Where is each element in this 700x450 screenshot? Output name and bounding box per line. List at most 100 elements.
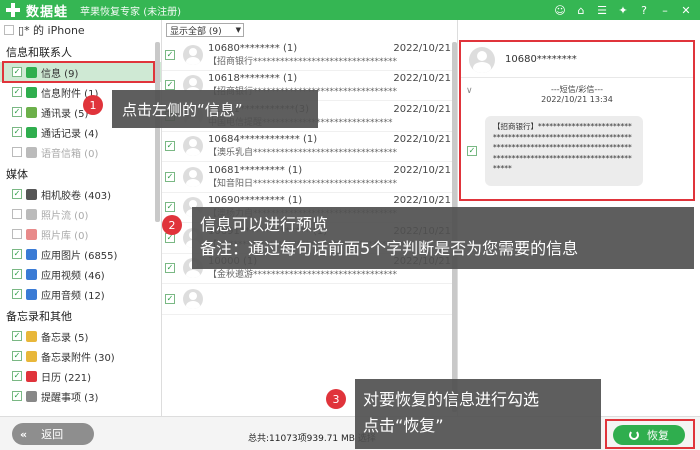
sidebar-item-checkbox[interactable]: ✓ xyxy=(12,351,22,361)
sidebar-item-checkbox[interactable]: ✓ xyxy=(12,209,22,219)
sidebar-item-label: 应用音频 (12) xyxy=(41,290,105,302)
sidebar-item-label: 日历 (221) xyxy=(41,372,92,384)
sidebar-item-checkbox[interactable]: ✓ xyxy=(12,189,22,199)
message-row[interactable]: ✓ 10684************ (1) 2022/10/21 【澳乐乳自***… xyxy=(162,132,457,162)
sidebar-item-label: 通话记录 (4) xyxy=(41,128,99,140)
close-icon[interactable]: ✕ xyxy=(680,4,692,17)
message-date: 2022/10/21 xyxy=(393,42,451,54)
sidebar-item[interactable]: ✓ 相机胶卷 (403) xyxy=(0,184,161,204)
sidebar-item-checkbox[interactable]: ✓ xyxy=(12,127,22,137)
message-preview: 【金秋邀游******************************** xyxy=(208,270,398,281)
message-row[interactable]: ✓ 10680******** (1) 2022/10/21 【招商银行*******… xyxy=(162,40,457,71)
message-sender: 10680******** (1) xyxy=(208,42,298,54)
message-date: 2022/10/21 xyxy=(393,103,451,115)
filter-label: 显示全部 (9) xyxy=(170,26,222,37)
callout-3-line-1: 对要恢复的信息进行勾选 xyxy=(363,390,540,409)
message-row[interactable]: ✓ xyxy=(162,284,457,315)
user-icon[interactable]: ☺ xyxy=(554,4,566,17)
contact-avatar xyxy=(183,136,203,157)
sidebar-item[interactable]: ✓ 备忘录 (5) xyxy=(0,326,161,346)
message-text: 10684************ (1) 2022/10/21 【澳乐乳自****… xyxy=(208,134,457,158)
chevron-down-icon: ▼ xyxy=(235,26,241,34)
sidebar-item[interactable]: ✓ 应用视频 (46) xyxy=(0,264,161,284)
callout-2-line-1: 信息可以进行预览 xyxy=(200,215,329,234)
message-row-checkbox[interactable]: ✓ xyxy=(165,171,175,182)
back-label: 返回 xyxy=(41,428,64,441)
sidebar-item-checkbox[interactable]: ✓ xyxy=(12,147,22,157)
message-header-line: 10618******** (1) 2022/10/21 xyxy=(208,73,457,84)
sidebar-item-checkbox[interactable]: ✓ xyxy=(12,249,22,259)
message-row-checkbox[interactable]: ✓ xyxy=(165,263,175,274)
sidebar-item-checkbox[interactable]: ✓ xyxy=(12,107,22,117)
message-preview: 【知音阳日******************************** xyxy=(208,178,398,189)
message-checkbox[interactable]: ✓ xyxy=(467,146,477,156)
callout-2-line-2: 备注：通过每句话前面5个字判断是否为您需要的信息 xyxy=(200,239,579,258)
collapse-icon[interactable]: ∨ xyxy=(466,86,473,96)
menu-icon[interactable]: ☰ xyxy=(596,4,608,17)
minimize-icon[interactable]: – xyxy=(659,4,671,17)
sidebar-item-label: 应用视频 (46) xyxy=(41,270,105,282)
detail-header: 10680******** xyxy=(461,42,693,78)
message-header-line: 10681********* (1) 2022/10/21 xyxy=(208,165,457,176)
restore-button[interactable]: 恢复 xyxy=(613,425,685,445)
sidebar-item[interactable]: ✓ 照片流 (0) xyxy=(0,204,161,224)
lightbulb-icon[interactable]: ✦ xyxy=(617,4,629,17)
message-text: 10680******** (1) 2022/10/21 【招商银行********… xyxy=(208,43,457,67)
filter-dropdown[interactable]: 显示全部 (9) ▼ xyxy=(166,23,244,37)
help-icon[interactable]: ? xyxy=(638,4,650,17)
message-sender: 10681********* (1) xyxy=(208,164,303,176)
restore-highlight-outline: 恢复 xyxy=(605,419,695,449)
message-row[interactable]: ✓ 10681********* (1) 2022/10/21 【知音阳日******… xyxy=(162,162,457,193)
message-preview: 【招商银行******************************** xyxy=(208,56,398,67)
category-icon xyxy=(26,370,37,382)
sidebar-section-title: 备忘录和其他 xyxy=(6,310,72,323)
sidebar-section-title: 媒体 xyxy=(6,168,28,181)
message-sender: 10618******** (1) xyxy=(208,73,298,85)
device-checkbox[interactable]: ✓ xyxy=(4,25,14,35)
sidebar-item[interactable]: ✓ 应用音频 (12) xyxy=(0,284,161,304)
message-date: 2022/10/21 xyxy=(393,73,451,85)
message-row-checkbox[interactable]: ✓ xyxy=(165,293,175,304)
sidebar-item[interactable]: ✓ 应用图片 (6855) xyxy=(0,244,161,264)
sidebar-item-checkbox[interactable]: ✓ xyxy=(12,229,22,239)
message-bubble: 【招商银行】**********************************… xyxy=(485,116,643,186)
sidebar-item[interactable]: ✓ 日历 (221) xyxy=(0,366,161,386)
category-icon xyxy=(26,248,37,260)
message-kind: ---短信/彩信--- xyxy=(550,85,603,94)
sidebar-item-label: 语音信箱 (0) xyxy=(41,148,99,160)
message-text: 10681********* (1) 2022/10/21 【知音阳日*******… xyxy=(208,165,457,189)
sidebar-item-checkbox[interactable]: ✓ xyxy=(12,269,22,279)
sidebar-item-checkbox[interactable]: ✓ xyxy=(12,331,22,341)
category-icon xyxy=(26,330,37,342)
sidebar-item-checkbox[interactable]: ✓ xyxy=(12,391,22,401)
sidebar-item-checkbox[interactable]: ✓ xyxy=(12,371,22,381)
message-row-checkbox[interactable]: ✓ xyxy=(165,80,175,91)
callout-3-line-2: 点击“恢复” xyxy=(363,416,444,435)
message-row-checkbox[interactable]: ✓ xyxy=(165,49,175,60)
message-row-checkbox[interactable]: ✓ xyxy=(165,141,175,152)
sidebar-item-label: 备忘录 (5) xyxy=(41,332,89,344)
restore-label: 恢复 xyxy=(647,429,669,442)
message-date: 2022/10/21 xyxy=(393,164,451,176)
sidebar-item-checkbox[interactable]: ✓ xyxy=(12,87,22,97)
device-row[interactable]: ✓ ▯ * 的 iPhone xyxy=(0,20,161,40)
message-row-checkbox[interactable]: ✓ xyxy=(165,202,175,213)
category-icon xyxy=(26,288,37,300)
sidebar-item[interactable]: ✓ 备忘录附件 (30) xyxy=(0,346,161,366)
sidebar-scrollbar[interactable] xyxy=(155,42,160,222)
sidebar-item[interactable]: ✓ 照片库 (0) xyxy=(0,224,161,244)
callout-step-2: 信息可以进行预览 备注：通过每句话前面5个字判断是否为您需要的信息 xyxy=(192,207,694,269)
sidebar-item-label: 备忘录附件 (30) xyxy=(41,352,115,364)
home-icon[interactable]: ⌂ xyxy=(575,4,587,17)
sidebar-item[interactable]: ✓ 提醒事项 (3) xyxy=(0,386,161,406)
back-button[interactable]: « 返回 xyxy=(12,423,94,445)
sidebar-item[interactable]: ✓ 语音信箱 (0) xyxy=(0,142,161,162)
category-icon xyxy=(26,146,37,158)
sidebar-item-label: 提醒事项 (3) xyxy=(41,392,99,404)
detail-sender: 10680******** xyxy=(505,54,577,65)
sidebar-item-checkbox[interactable]: ✓ xyxy=(12,289,22,299)
sidebar-section-title: 信息和联系人 xyxy=(6,46,72,59)
message-date: 2022/10/21 xyxy=(393,195,451,207)
category-icon xyxy=(26,106,37,118)
message-preview: 【澳乐乳自******************************** xyxy=(208,148,398,159)
